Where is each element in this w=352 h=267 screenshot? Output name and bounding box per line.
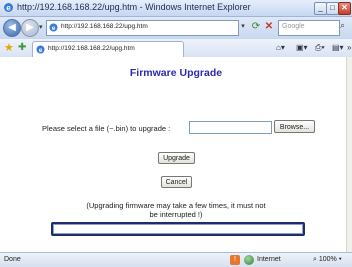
- more-tools-icon[interactable]: »: [347, 42, 351, 54]
- favorites-star-icon[interactable]: ★: [4, 42, 14, 54]
- address-toolbar: ◀ ▶ ▾ e http://192.168.168.22/upg.htm ▾ …: [0, 17, 352, 39]
- search-input[interactable]: Google: [278, 20, 340, 36]
- browser-window: e http://192.168.168.22/upg.htm - Window…: [0, 0, 352, 267]
- protected-mode-icon[interactable]: !: [230, 255, 240, 265]
- ie-logo-icon: e: [4, 3, 13, 13]
- print-icon[interactable]: ⎙▾: [315, 42, 325, 54]
- page-menu-icon[interactable]: ▤▾: [332, 42, 344, 54]
- cancel-button[interactable]: Cancel: [161, 176, 192, 188]
- vertical-scrollbar[interactable]: [346, 57, 352, 252]
- search-icon[interactable]: ⌕: [340, 20, 345, 31]
- close-button[interactable]: ✕: [338, 2, 351, 15]
- zoom-level[interactable]: ⌕ 100% ▾: [313, 256, 342, 264]
- svg-text:e: e: [52, 25, 56, 32]
- internet-zone-icon: [244, 255, 254, 265]
- svg-text:e: e: [39, 47, 43, 54]
- tab-current[interactable]: e http://192.168.168.22/upg.htm: [32, 41, 184, 57]
- home-icon[interactable]: ⌂▾: [276, 42, 285, 54]
- upgrade-button[interactable]: Upgrade: [158, 152, 195, 164]
- tab-toolbar: ★ ✚ e http://192.168.168.22/upg.htm ⌂▾ ▣…: [0, 39, 352, 58]
- history-dropdown-icon[interactable]: ▾: [39, 23, 43, 31]
- status-bar: Done ! Internet ⌕ 100% ▾: [0, 252, 352, 267]
- forward-arrow-icon[interactable]: ▶: [21, 19, 39, 37]
- tab-title: http://192.168.168.22/upg.htm: [48, 45, 135, 52]
- refresh-icon[interactable]: ⟳: [250, 21, 262, 33]
- add-favorite-icon[interactable]: ✚: [18, 42, 26, 54]
- back-arrow-icon[interactable]: ◀: [3, 19, 21, 37]
- tab-page-icon: e: [36, 45, 45, 54]
- upgrade-note-line2: be interrupted !): [149, 210, 203, 219]
- zoom-magnifier-icon: ⌕: [313, 256, 317, 263]
- search-placeholder: Google: [282, 23, 305, 30]
- address-url: http://192.168.168.22/upg.htm: [61, 23, 148, 30]
- feeds-icon[interactable]: ▣▾: [296, 42, 308, 54]
- browse-button[interactable]: Browse...: [274, 120, 315, 133]
- file-prompt-label: Please select a file (~.bin) to upgrade …: [42, 124, 171, 133]
- upgrade-progress-bar: [51, 222, 305, 236]
- svg-text:e: e: [6, 4, 11, 13]
- upgrade-note-line1: (Upgrading firmware may take a few times…: [86, 201, 266, 210]
- page-title: Firmware Upgrade: [129, 67, 223, 79]
- address-bar[interactable]: e http://192.168.168.22/upg.htm: [46, 20, 239, 36]
- address-dropdown-icon[interactable]: ▾: [238, 21, 248, 33]
- page-icon: e: [49, 23, 58, 32]
- zone-label: Internet: [257, 256, 281, 263]
- zoom-value: 100%: [318, 256, 337, 263]
- title-bar: e http://192.168.168.22/upg.htm - Window…: [0, 0, 352, 17]
- stop-icon[interactable]: ✕: [263, 21, 275, 33]
- page-content: Firmware Upgrade Please select a file (~…: [0, 57, 352, 252]
- window-title: http://192.168.168.22/upg.htm - Windows …: [17, 2, 251, 12]
- file-path-input[interactable]: [189, 121, 272, 134]
- status-text: Done: [4, 256, 21, 263]
